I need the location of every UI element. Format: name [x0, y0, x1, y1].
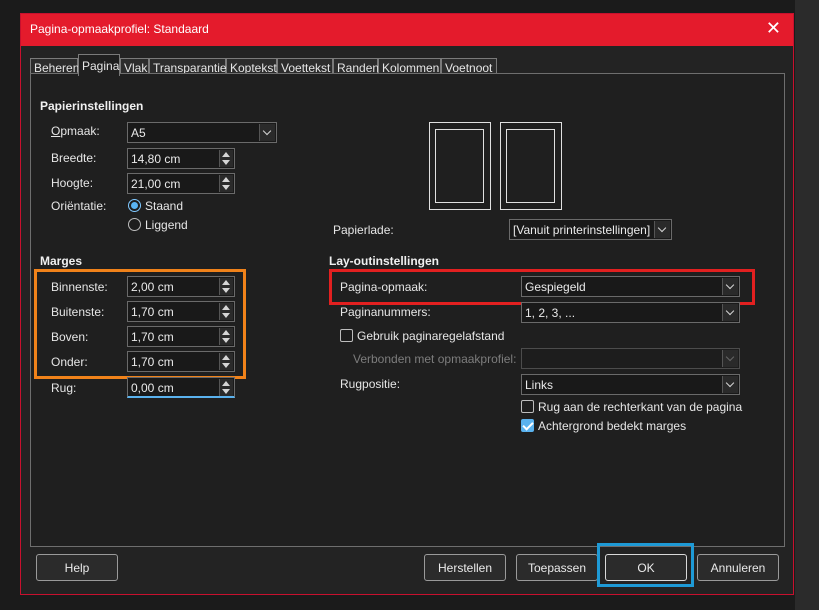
format-label: Opmaak: [51, 124, 100, 138]
margins-heading: Marges [40, 254, 83, 268]
height-spinfield[interactable]: 21,00 cm [127, 173, 235, 194]
tray-select[interactable]: [Vanuit printerinstellingen] [509, 219, 672, 240]
outer-margin-label: Buitenste: [51, 305, 105, 319]
register-true-checkbox[interactable] [340, 329, 353, 342]
height-value: 21,00 cm [131, 177, 181, 191]
preview-right-page [500, 122, 562, 210]
page-tab-panel: Papierinstellingen Opmaak: A5 Breedte: 1… [30, 73, 785, 547]
gutter-spinfield[interactable]: 0,00 cm [127, 377, 235, 398]
spin-buttons-icon[interactable] [219, 278, 233, 295]
tray-value: [Vanuit printerinstellingen] [513, 223, 651, 237]
gutter-position-value: Links [525, 378, 554, 392]
page-numbers-label: Paginanummers: [340, 305, 431, 319]
outer-margin-value: 1,70 cm [131, 305, 174, 319]
page-layout-value: Gespiegeld [525, 280, 586, 294]
reference-style-select [521, 348, 740, 369]
inner-margin-spinfield[interactable]: 2,00 cm [127, 276, 235, 297]
preview-right-margin [506, 129, 555, 203]
top-margin-label: Boven: [51, 330, 89, 344]
reference-style-label: Verbonden met opmaakprofiel: [353, 352, 517, 366]
spin-buttons-icon[interactable] [219, 150, 233, 167]
spin-buttons-icon[interactable] [219, 379, 233, 396]
background-covers-margins-checkbox[interactable] [521, 419, 534, 432]
portrait-label[interactable]: Staand [145, 199, 183, 213]
spin-buttons-icon[interactable] [219, 303, 233, 320]
spin-buttons-icon[interactable] [219, 328, 233, 345]
page-style-dialog: Pagina-opmaakprofiel: Standaard ✕ Behere… [20, 13, 794, 595]
format-select[interactable]: A5 [127, 122, 277, 143]
landscape-label[interactable]: Liggend [145, 218, 188, 232]
background-covers-margins-label[interactable]: Achtergrond bedekt marges [538, 419, 686, 433]
gutter-position-label: Rugpositie: [340, 377, 401, 391]
register-true-label[interactable]: Gebruik paginaregelafstand [357, 329, 504, 343]
inner-margin-value: 2,00 cm [131, 280, 174, 294]
page-numbers-select[interactable]: 1, 2, 3, ... [521, 302, 740, 323]
format-value: A5 [131, 126, 146, 140]
outer-margin-spinfield[interactable]: 1,70 cm [127, 301, 235, 322]
gutter-position-select[interactable]: Links [521, 374, 740, 395]
gutter-label: Rug: [51, 381, 77, 395]
tray-label: Papierlade: [333, 223, 394, 237]
chevron-down-icon[interactable] [722, 304, 738, 321]
landscape-radio[interactable] [128, 218, 141, 231]
close-icon[interactable]: ✕ [766, 19, 781, 37]
title-bar[interactable]: Pagina-opmaakprofiel: Standaard ✕ [21, 14, 793, 46]
chevron-down-icon [722, 350, 738, 367]
cancel-button[interactable]: Annuleren [697, 554, 779, 581]
width-label: Breedte: [51, 151, 97, 165]
gutter-right-label[interactable]: Rug aan de rechterkant van de pagina [538, 400, 742, 414]
page-numbers-value: 1, 2, 3, ... [525, 306, 576, 320]
chevron-down-icon[interactable] [722, 278, 738, 295]
spin-buttons-icon[interactable] [219, 175, 233, 192]
preview-left-page [429, 122, 491, 210]
bottom-margin-value: 1,70 cm [131, 355, 174, 369]
dialog-title: Pagina-opmaakprofiel: Standaard [30, 22, 209, 36]
width-spinfield[interactable]: 14,80 cm [127, 148, 235, 169]
background-window [795, 0, 819, 610]
width-value: 14,80 cm [131, 152, 181, 166]
portrait-radio[interactable] [128, 199, 141, 212]
reset-button[interactable]: Herstellen [424, 554, 506, 581]
gutter-value: 0,00 cm [131, 381, 174, 395]
chevron-down-icon[interactable] [259, 124, 275, 141]
page-layout-select[interactable]: Gespiegeld [521, 276, 740, 297]
top-margin-spinfield[interactable]: 1,70 cm [127, 326, 235, 347]
inner-margin-label: Binnenste: [51, 280, 108, 294]
apply-button[interactable]: Toepassen [516, 554, 598, 581]
layout-settings-heading: Lay-outinstellingen [329, 254, 440, 268]
orientation-label: Oriëntatie: [51, 199, 107, 213]
preview-left-margin [435, 129, 484, 203]
height-label: Hoogte: [51, 176, 94, 190]
chevron-down-icon[interactable] [722, 376, 738, 393]
top-margin-value: 1,70 cm [131, 330, 174, 344]
help-button[interactable]: Help [36, 554, 118, 581]
chevron-down-icon[interactable] [654, 221, 670, 238]
spin-buttons-icon[interactable] [219, 353, 233, 370]
bottom-margin-label: Onder: [51, 355, 88, 369]
ok-button[interactable]: OK [605, 554, 687, 581]
tab-pagina[interactable]: Pagina [78, 54, 120, 76]
bottom-margin-spinfield[interactable]: 1,70 cm [127, 351, 235, 372]
paper-settings-heading: Papierinstellingen [40, 99, 144, 113]
page-layout-label: Pagina-opmaak: [340, 280, 428, 294]
gutter-right-checkbox[interactable] [521, 400, 534, 413]
